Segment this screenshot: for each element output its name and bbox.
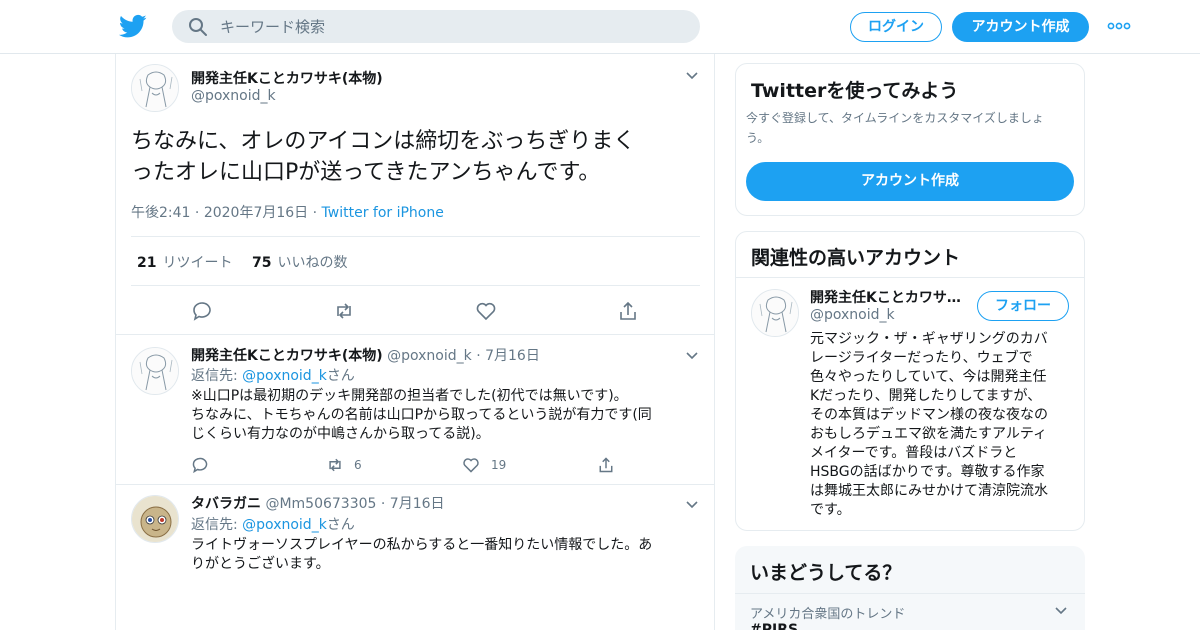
search-input[interactable] [220, 10, 680, 43]
sketch-avatar-icon [132, 65, 178, 111]
author-name[interactable]: 開発主任Kことカワサキ(本物) [191, 348, 383, 364]
author-handle[interactable]: @poxnoid_k [387, 348, 472, 364]
reply-icon[interactable] [191, 300, 213, 322]
signup-button[interactable]: アカウント作成 [746, 162, 1074, 201]
avatar[interactable] [131, 64, 179, 112]
account-handle[interactable]: @poxnoid_k [810, 307, 895, 323]
avatar[interactable] [131, 347, 179, 395]
chevron-down-icon[interactable] [685, 71, 699, 81]
sketch-avatar-icon [752, 290, 798, 336]
heart-icon[interactable] [462, 456, 480, 474]
tweet-date[interactable]: 7月16日 [485, 348, 540, 364]
heart-icon[interactable] [475, 300, 497, 322]
card-subtitle: 今すぐ登録して、タイムラインをカスタマイズしましょ う。 [746, 111, 1044, 145]
reply-to-link[interactable]: @poxnoid_k [242, 368, 327, 384]
card-title: Twitterを使ってみよう [751, 80, 959, 102]
login-button[interactable]: ログイン [850, 12, 942, 42]
focus-tweet: 開発主任Kことカワサキ(本物) @poxnoid_k ちなみに、オレのアイコンは… [116, 54, 714, 335]
retweet-count: 6 [354, 458, 362, 472]
tweet-date[interactable]: 2020年7月16日 [204, 205, 308, 221]
tweet-source-link[interactable]: Twitter for iPhone [322, 205, 444, 221]
reply-header: タバラガニ @Mm50673305 · 7月16日 [191, 496, 445, 512]
reply-header: 開発主任Kことカワサキ(本物) @poxnoid_k · 7月16日 [191, 348, 540, 364]
top-bar: ログイン アカウント作成 [0, 0, 1200, 54]
tweet-stats: 21 リツイート 75 いいねの数 [131, 236, 700, 286]
related-accounts-card: 関連性の高いアカウント 開発主任Kことカワサ… @poxnoid_k フォロー … [735, 231, 1085, 531]
account-bio: 元マジック・ザ・ギャザリングのカバ レージライターだったり、ウェブで 色々やった… [810, 331, 1048, 518]
author-name[interactable]: タバラガニ [191, 496, 261, 512]
card-title: 関連性の高いアカウント [751, 247, 961, 269]
chevron-down-icon[interactable] [685, 500, 699, 510]
tweet-text: ちなみに、オレのアイコンは締切をぶっちぎりまく ったオレに山口Pが送ってきたアン… [131, 129, 636, 185]
chevron-down-icon[interactable] [685, 351, 699, 361]
card-title: いまどうしてる？ [750, 562, 902, 584]
avatar[interactable] [751, 289, 799, 337]
twitter-logo-icon[interactable] [119, 12, 147, 40]
search-icon [189, 18, 207, 36]
share-icon[interactable] [597, 456, 615, 474]
crab-character-avatar-icon [132, 496, 178, 542]
trends-card: いまどうしてる？ アメリカ合衆国のトレンド #PIRS [735, 546, 1085, 630]
chevron-down-icon[interactable] [1054, 606, 1068, 616]
reply-icon[interactable] [191, 456, 209, 474]
share-icon[interactable] [617, 300, 639, 322]
tweet-time[interactable]: 午後2:41 [131, 205, 190, 221]
like-stat[interactable]: 75 いいねの数 [252, 252, 347, 272]
signup-card: Twitterを使ってみよう 今すぐ登録して、タイムラインをカスタマイズしましょ… [735, 63, 1085, 216]
author-handle[interactable]: @Mm50673305 [265, 496, 376, 512]
trends-region: アメリカ合衆国のトレンド [750, 607, 906, 622]
avatar[interactable] [131, 495, 179, 543]
search-box[interactable] [172, 10, 700, 43]
more-icon[interactable] [1106, 18, 1132, 34]
reply-tweet[interactable]: 開発主任Kことカワサキ(本物) @poxnoid_k · 7月16日 返信先: … [116, 335, 714, 485]
reply-to-line: 返信先: @poxnoid_kさん [191, 517, 355, 533]
trend-item[interactable]: #PIRS [750, 622, 798, 630]
retweet-icon[interactable] [333, 300, 355, 322]
follow-button[interactable]: フォロー [977, 291, 1069, 321]
account-name[interactable]: 開発主任Kことカワサ… [810, 287, 961, 307]
reply-tweet[interactable]: タバラガニ @Mm50673305 · 7月16日 返信先: @poxnoid_… [116, 485, 714, 630]
tweet-text: ※山口Pは最初期のデッキ開発部の担当者でした(初代では無いです)。 ちなみに、ト… [191, 388, 652, 442]
tweet-meta: 午後2:41 · 2020年7月16日 · Twitter for iPhone [131, 205, 444, 221]
signup-button[interactable]: アカウント作成 [952, 12, 1089, 42]
timeline-column: 開発主任Kことカワサキ(本物) @poxnoid_k ちなみに、オレのアイコンは… [115, 54, 715, 630]
retweet-stat[interactable]: 21 リツイート [137, 252, 232, 272]
reply-to-line: 返信先: @poxnoid_kさん [191, 368, 355, 384]
related-account[interactable]: 開発主任Kことカワサ… @poxnoid_k フォロー 元マジック・ザ・ギャザリ… [736, 277, 1084, 530]
reply-to-link[interactable]: @poxnoid_k [242, 517, 327, 533]
divider [735, 593, 1085, 594]
like-count: 19 [491, 458, 507, 472]
tweet-text: ライトヴォーソスプレイヤーの私からすると一番知りたい情報でした。あ りがとうござ… [191, 537, 653, 572]
sketch-avatar-icon [132, 348, 178, 394]
author-name[interactable]: 開発主任Kことカワサキ(本物) [191, 68, 383, 88]
author-handle[interactable]: @poxnoid_k [191, 88, 276, 104]
retweet-icon[interactable] [326, 456, 344, 474]
tweet-date[interactable]: 7月16日 [390, 496, 445, 512]
